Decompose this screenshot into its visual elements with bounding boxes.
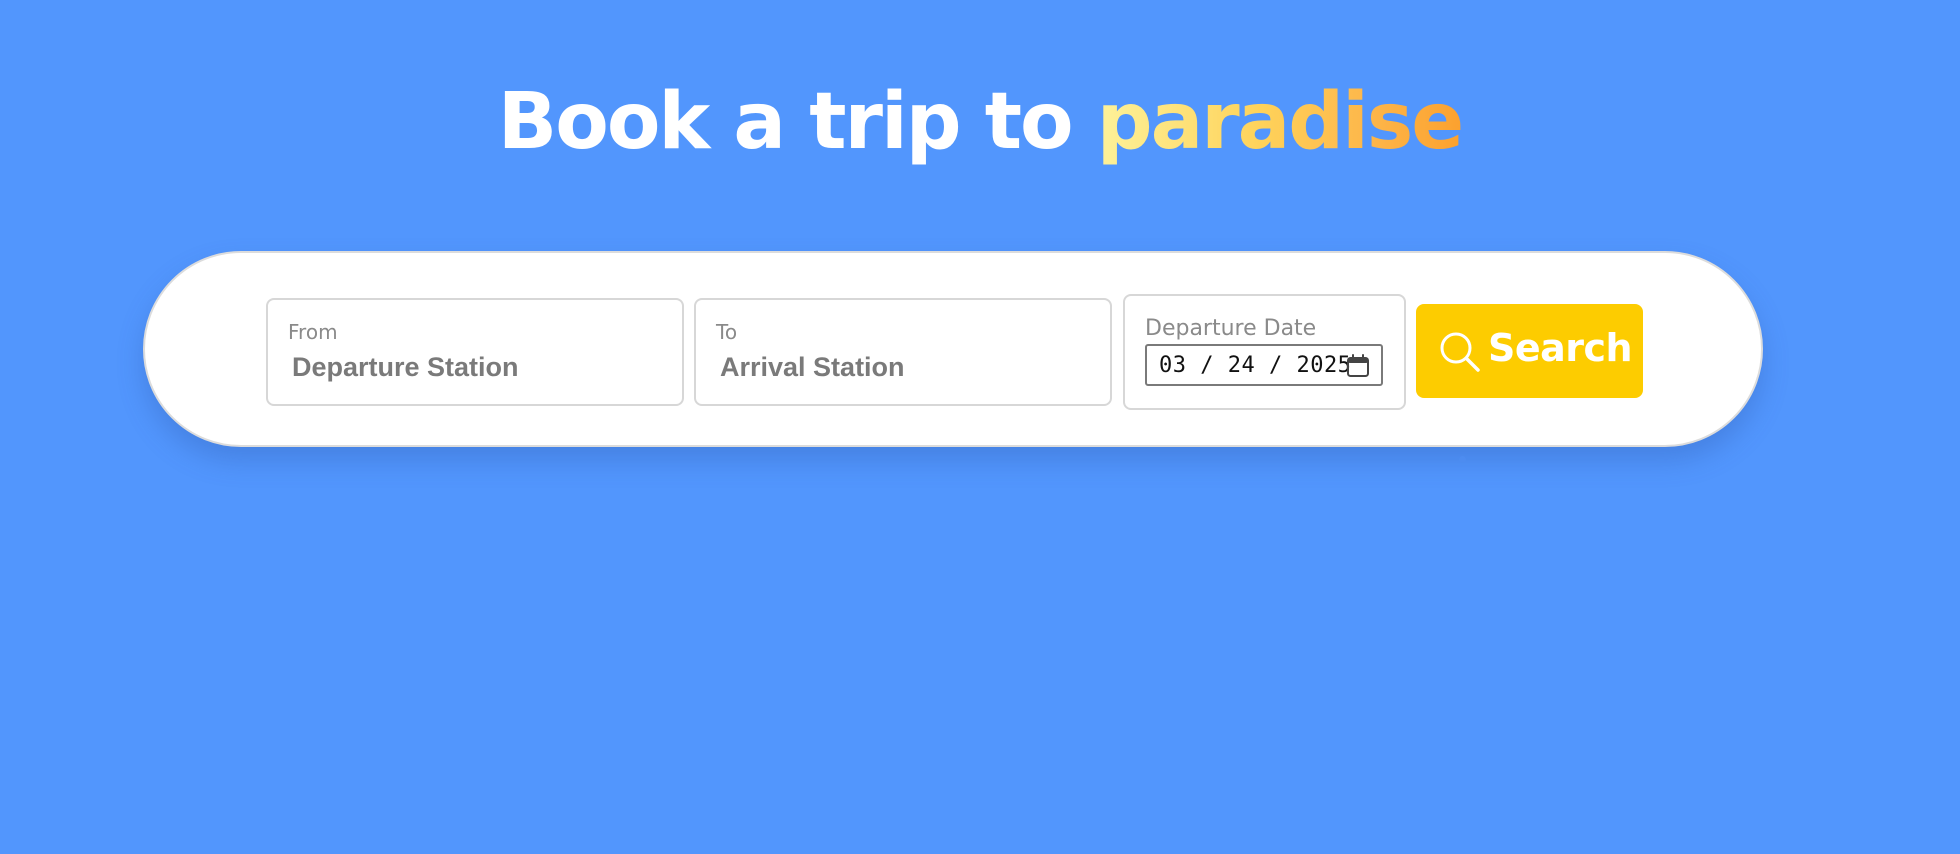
title-prefix: Book a trip to xyxy=(497,77,1097,167)
page-title: Book a trip to paradise xyxy=(0,72,1960,172)
from-field[interactable]: From Departure Station xyxy=(266,298,684,406)
to-field[interactable]: To Arrival Station xyxy=(694,298,1112,406)
search-icon xyxy=(1440,332,1480,372)
from-label: From xyxy=(288,320,338,344)
departure-date-label: Departure Date xyxy=(1145,316,1317,341)
search-button-label: Search xyxy=(1488,326,1633,370)
search-card: From Departure Station To Arrival Statio… xyxy=(143,251,1763,447)
departure-date-value[interactable]: 03 / 24 / 2025 xyxy=(1159,353,1351,378)
departure-date-field: Departure Date 03 / 24 / 2025 xyxy=(1123,294,1406,410)
search-button[interactable]: Search xyxy=(1416,304,1643,398)
decorative-dot xyxy=(1459,456,1466,463)
to-input[interactable]: Arrival Station xyxy=(720,352,905,383)
to-label: To xyxy=(716,320,738,344)
departure-date-input[interactable]: 03 / 24 / 2025 xyxy=(1145,344,1383,386)
calendar-icon[interactable] xyxy=(1345,353,1371,379)
from-input[interactable]: Departure Station xyxy=(292,352,519,383)
title-accent: paradise xyxy=(1096,77,1464,167)
